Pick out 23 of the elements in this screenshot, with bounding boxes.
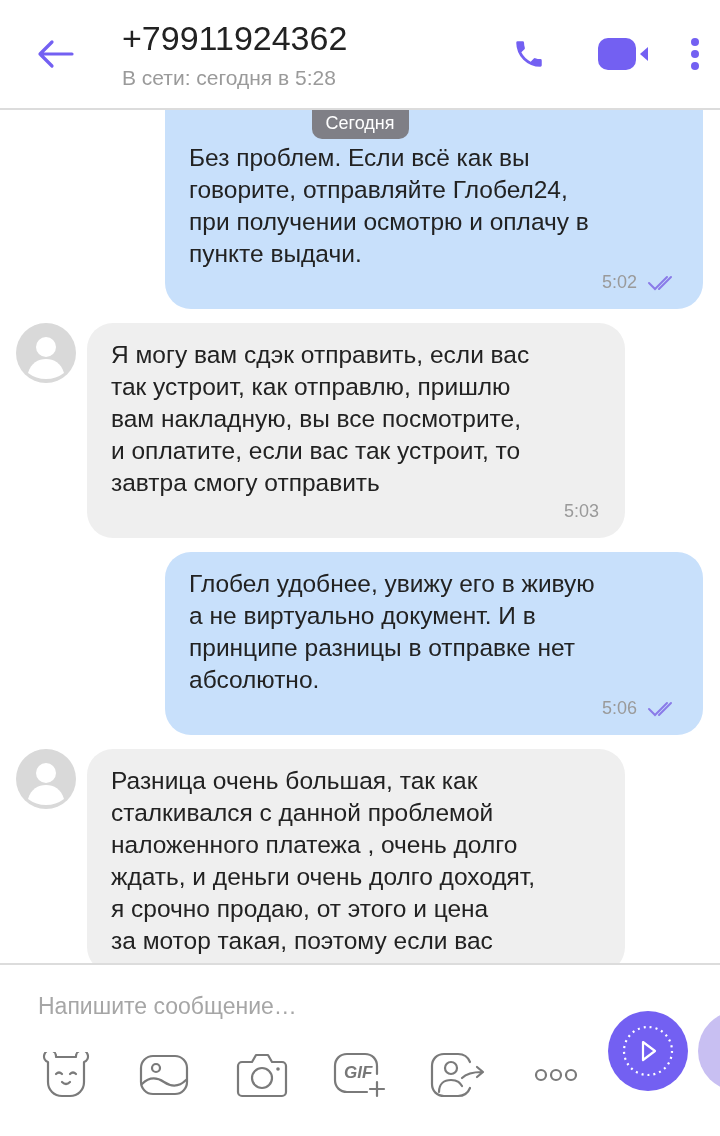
message-text: Я могу вам сдэк отправить, если вас так устроит, как отправлю, пришлю вам накладную, вы все посмотрите, и оплатите, если вас так устроит, то завтра смогу отправить — [111, 340, 531, 498]
gif-button[interactable]: GIF — [332, 1050, 388, 1100]
image-icon — [139, 1054, 189, 1096]
contact-phone-number: +79911924362 — [122, 18, 349, 58]
message-time: 5:02 — [601, 272, 637, 293]
more-icon — [533, 1067, 579, 1083]
contact-share-icon — [430, 1052, 486, 1098]
back-button[interactable] — [36, 39, 74, 69]
message-time: 5:06 — [601, 698, 637, 719]
video-call-button[interactable] — [598, 38, 650, 70]
date-badge: Сегодня — [311, 110, 409, 139]
avatar-icon — [16, 323, 76, 383]
contact-button[interactable] — [430, 1050, 486, 1100]
camera-icon — [236, 1052, 288, 1098]
message-text: Без проблем. Если всё как вы говорите, отправляйте Глобел24, при получении осмотрю и оплачу в пункте выдачи. — [189, 143, 590, 269]
online-status: В сети: сегодня в 5:28 — [122, 65, 337, 90]
message-text: Разница очень большая, так как сталкивался с данной проблемой наложенного платежа , очень долго ждать, и деньги очень долго доходят, я срочно продаю, от этого и цена за мотор такая, поэтому если вас — [111, 766, 537, 956]
message-time: 5:03 — [563, 501, 599, 522]
menu-button[interactable] — [690, 37, 700, 71]
gif-frame-icon — [333, 1052, 387, 1098]
bear-face-icon — [40, 1052, 92, 1098]
message-text: Глобел удобнее, увижу его в живую а не виртуально документ. И в принципе разницы в отправке нет абсолютно. — [189, 569, 596, 695]
avatar-icon — [16, 749, 76, 809]
